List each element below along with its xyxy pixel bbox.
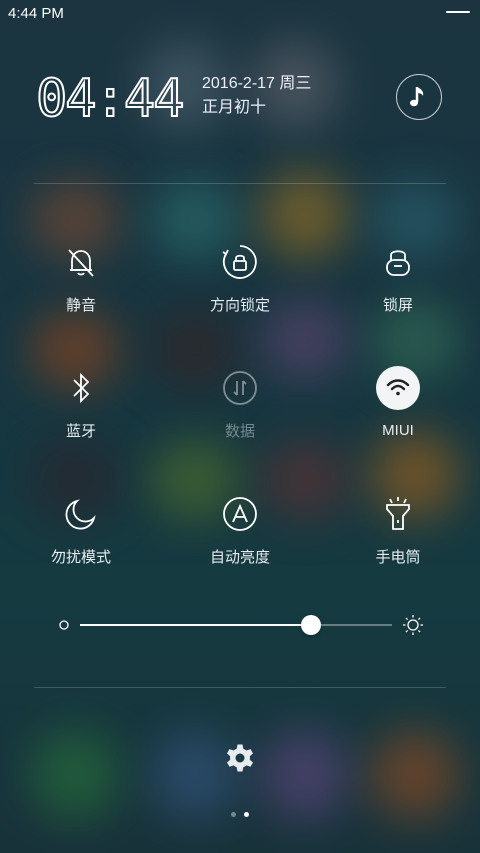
toggle-label: 蓝牙: [65, 423, 96, 440]
collapse-handle[interactable]: [446, 11, 470, 13]
auto-brightness-icon: [220, 494, 260, 534]
page-dot-2[interactable]: [244, 812, 249, 817]
toggle-label: 自动亮度: [209, 549, 270, 566]
toggle-label: 静音: [65, 297, 96, 314]
toggle-rotation-lock[interactable]: 方向锁定: [170, 242, 310, 322]
divider-top: [34, 183, 446, 184]
mobile-data-icon: [220, 368, 260, 408]
brightness-slider[interactable]: [56, 610, 426, 640]
toggle-auto-brightness[interactable]: 自动亮度: [170, 494, 310, 574]
toggle-label: MIUI: [382, 422, 414, 439]
flashlight-icon: [378, 494, 418, 534]
slider-fill: [80, 624, 311, 626]
music-button[interactable]: [396, 74, 442, 120]
bell-off-icon: [61, 242, 101, 282]
slider-track[interactable]: [80, 615, 392, 635]
settings-gear-icon[interactable]: [222, 740, 258, 776]
toggle-lock-screen[interactable]: 锁屏: [328, 242, 468, 322]
slider-thumb[interactable]: [300, 615, 321, 635]
status-time: 4:44 PM: [8, 5, 64, 22]
divider-bottom: [34, 687, 446, 688]
bluetooth-icon: [61, 368, 101, 408]
toggle-bluetooth[interactable]: 蓝牙: [11, 368, 151, 448]
wifi-icon: [376, 366, 420, 410]
toggle-do-not-disturb[interactable]: 勿扰模式: [11, 494, 151, 574]
brightness-low-icon: [59, 620, 69, 630]
page-dot-1[interactable]: [231, 812, 236, 817]
toggle-label: 数据: [224, 423, 255, 440]
page-indicator: [0, 812, 480, 817]
toggle-mute[interactable]: 静音: [11, 242, 151, 322]
toggle-mobile-data[interactable]: 数据: [170, 368, 310, 448]
toggle-wifi[interactable]: MIUI: [328, 366, 468, 448]
rotation-lock-icon: [220, 242, 260, 282]
digital-clock: 04:44: [36, 72, 186, 120]
status-bar: 4:44 PM: [0, 0, 480, 28]
toggle-label: 勿扰模式: [50, 549, 111, 566]
toggle-label: 锁屏: [382, 297, 413, 314]
lunar-date-text: 正月初十: [202, 99, 267, 116]
toggle-label: 方向锁定: [209, 297, 270, 314]
toggle-flashlight[interactable]: 手电筒: [328, 494, 468, 574]
date-text: 2016-2-17 周三: [202, 75, 312, 92]
brightness-high-icon: [403, 615, 423, 635]
music-note-icon: [410, 87, 424, 107]
lock-icon: [378, 242, 418, 282]
toggle-label: 手电筒: [375, 549, 421, 566]
clock-digits: 04:44: [36, 72, 183, 120]
date-block: 2016-2-17 周三 正月初十: [202, 72, 311, 120]
moon-icon: [61, 494, 101, 534]
